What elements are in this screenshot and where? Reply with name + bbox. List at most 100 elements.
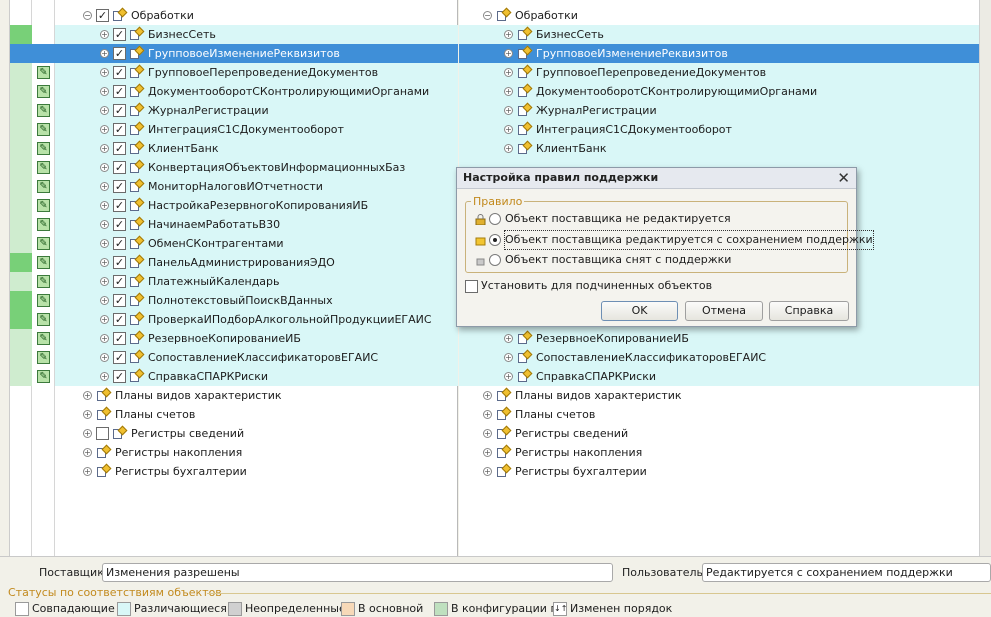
expand-icon[interactable]: +: [504, 353, 513, 362]
item-checkbox[interactable]: ✓: [113, 237, 126, 250]
item-checkbox[interactable]: ✓: [113, 28, 126, 41]
expand-icon[interactable]: +: [100, 220, 109, 229]
expand-icon[interactable]: +: [504, 87, 513, 96]
expand-icon[interactable]: +: [100, 239, 109, 248]
expand-icon[interactable]: +: [100, 201, 109, 210]
tree-item[interactable]: + ✓ ГрупповоеПерепроведениеДокументов: [55, 63, 458, 82]
item-checkbox[interactable]: ✓: [96, 9, 109, 22]
radio-button[interactable]: [489, 254, 501, 266]
tree-item[interactable]: + ✓ ПолнотекстовыйПоискВДанных: [55, 291, 458, 310]
item-checkbox[interactable]: ✓: [113, 161, 126, 174]
tree-item[interactable]: + ✓ БизнесСеть: [55, 25, 458, 44]
tree-item[interactable]: + ✓ СправкаСПАРКРиски: [55, 367, 458, 386]
item-checkbox[interactable]: ✓: [113, 256, 126, 269]
item-checkbox[interactable]: ✓: [113, 275, 126, 288]
tree-item[interactable]: + ✓ ПлатежныйКалендарь: [55, 272, 458, 291]
expand-icon[interactable]: +: [483, 410, 492, 419]
tree-item[interactable]: + ✓ ЖурналРегистрации: [55, 101, 458, 120]
tree-item[interactable]: + ЖурналРегистрации: [459, 101, 979, 120]
tree-group[interactable]: + Регистры накопления: [459, 443, 979, 462]
item-checkbox[interactable]: ✓: [113, 47, 126, 60]
tree-group[interactable]: + Регистры накопления: [55, 443, 458, 462]
expand-icon[interactable]: +: [483, 391, 492, 400]
tree-item[interactable]: + ✓ ИнтеграцияС1СДокументооборот: [55, 120, 458, 139]
expand-icon[interactable]: +: [100, 258, 109, 267]
expand-icon[interactable]: −: [83, 11, 92, 20]
expand-icon[interactable]: +: [100, 353, 109, 362]
tree-item[interactable]: + РезервноеКопированиеИБ: [459, 329, 979, 348]
tree-item[interactable]: + ✓ ДокументооборотСКонтролирующимиОрганам…: [55, 82, 458, 101]
tree-group[interactable]: + Регистры бухгалтерии: [459, 462, 979, 481]
item-checkbox[interactable]: ✓: [113, 104, 126, 117]
item-checkbox[interactable]: ✓: [113, 218, 126, 231]
expand-icon[interactable]: +: [100, 87, 109, 96]
item-checkbox[interactable]: ✓: [113, 123, 126, 136]
expand-icon[interactable]: +: [504, 125, 513, 134]
expand-icon[interactable]: +: [504, 106, 513, 115]
vertical-scrollbar[interactable]: [979, 0, 991, 556]
item-checkbox[interactable]: [96, 427, 109, 440]
expand-icon[interactable]: +: [100, 49, 109, 58]
tree-group[interactable]: + Планы видов характеристик: [55, 386, 458, 405]
tree-item[interactable]: + БизнесСеть: [459, 25, 979, 44]
tree-item[interactable]: + ✓ МониторНалоговИОтчетности: [55, 177, 458, 196]
apply-to-children-checkbox[interactable]: [465, 280, 478, 293]
item-checkbox[interactable]: ✓: [113, 180, 126, 193]
tree-item[interactable]: + СправкаСПАРКРиски: [459, 367, 979, 386]
tree-folder-processing[interactable]: − ✓ Обработки: [55, 6, 458, 25]
expand-icon[interactable]: +: [504, 30, 513, 39]
expand-icon[interactable]: +: [100, 163, 109, 172]
tree-item[interactable]: + ✓ КонвертацияОбъектовИнформационныхБаз: [55, 158, 458, 177]
expand-icon[interactable]: +: [100, 334, 109, 343]
supplier-field[interactable]: Изменения разрешены: [102, 563, 613, 582]
expand-icon[interactable]: +: [83, 448, 92, 457]
tree-group[interactable]: + Планы видов характеристик: [459, 386, 979, 405]
radio-button[interactable]: [489, 213, 501, 225]
expand-icon[interactable]: +: [83, 391, 92, 400]
ok-button[interactable]: OK: [601, 301, 678, 321]
tree-item[interactable]: + ✓ ГрупповоеИзменениеРеквизитов: [55, 44, 458, 63]
item-checkbox[interactable]: ✓: [113, 85, 126, 98]
tree-folder-processing[interactable]: − Обработки: [459, 6, 979, 25]
radio-button-selected[interactable]: [489, 234, 501, 246]
expand-icon[interactable]: +: [100, 106, 109, 115]
expand-icon[interactable]: +: [100, 315, 109, 324]
expand-icon[interactable]: +: [100, 182, 109, 191]
expand-icon[interactable]: −: [483, 11, 492, 20]
tree-item[interactable]: + ✓ ПроверкаИПодборАлкогольнойПродукцииЕГА…: [55, 310, 458, 329]
item-checkbox[interactable]: ✓: [113, 370, 126, 383]
expand-icon[interactable]: +: [100, 372, 109, 381]
tree-group[interactable]: + Регистры сведений: [459, 424, 979, 443]
expand-icon[interactable]: +: [100, 277, 109, 286]
expand-icon[interactable]: +: [100, 125, 109, 134]
tree-item[interactable]: + СопоставлениеКлассификаторовЕГАИС: [459, 348, 979, 367]
tree-group[interactable]: + Регистры бухгалтерии: [55, 462, 458, 481]
tree-item[interactable]: + ✓ НачинаемРаботатьВ30: [55, 215, 458, 234]
tree-group[interactable]: + Регистры сведений: [55, 424, 458, 443]
expand-icon[interactable]: +: [83, 467, 92, 476]
cancel-button[interactable]: Отмена: [685, 301, 763, 321]
tree-item[interactable]: + ГрупповоеИзменениеРеквизитов: [459, 44, 979, 63]
tree-group[interactable]: + Планы счетов: [459, 405, 979, 424]
expand-icon[interactable]: +: [504, 144, 513, 153]
tree-item[interactable]: + ГрупповоеПерепроведениеДокументов: [459, 63, 979, 82]
tree-item[interactable]: + ✓ ОбменСКонтрагентами: [55, 234, 458, 253]
expand-icon[interactable]: +: [504, 334, 513, 343]
tree-item[interactable]: + ✓ НастройкаРезервногоКопированияИБ: [55, 196, 458, 215]
tree-item[interactable]: + КлиентБанк: [459, 139, 979, 158]
help-button[interactable]: Справка: [769, 301, 849, 321]
expand-icon[interactable]: +: [100, 296, 109, 305]
item-checkbox[interactable]: ✓: [113, 142, 126, 155]
expand-icon[interactable]: +: [483, 448, 492, 457]
expand-icon[interactable]: +: [504, 68, 513, 77]
tree-group[interactable]: + Планы счетов: [55, 405, 458, 424]
item-checkbox[interactable]: ✓: [113, 351, 126, 364]
expand-icon[interactable]: +: [100, 30, 109, 39]
expand-icon[interactable]: +: [100, 144, 109, 153]
tree-item[interactable]: + ✓ КлиентБанк: [55, 139, 458, 158]
expand-icon[interactable]: +: [504, 49, 513, 58]
item-checkbox[interactable]: ✓: [113, 199, 126, 212]
close-icon[interactable]: ✕: [837, 169, 850, 187]
tree-item[interactable]: + ✓ ПанельАдминистрированияЭДО: [55, 253, 458, 272]
item-checkbox[interactable]: ✓: [113, 66, 126, 79]
